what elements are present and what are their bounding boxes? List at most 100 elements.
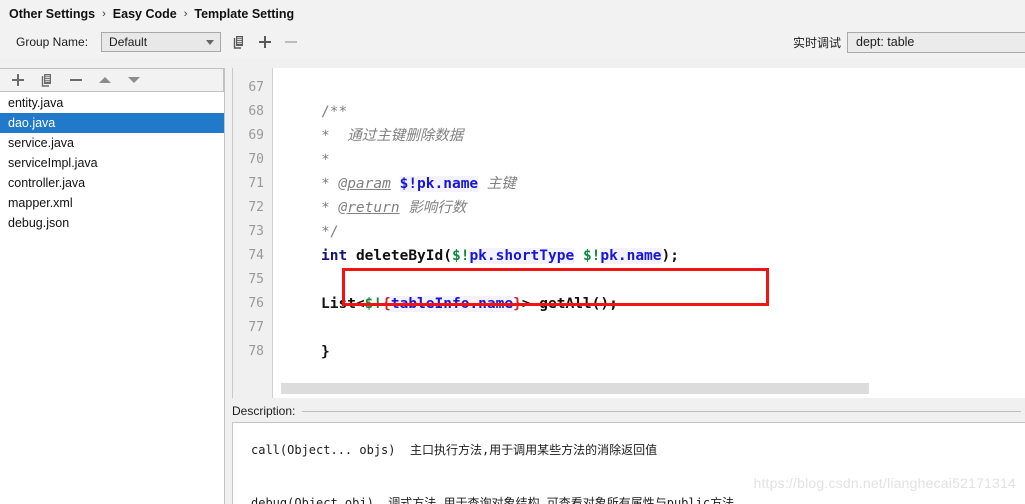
description-line: debug(Object obj) 调式方法,用于查询对象结构,可查看对象所有属… (251, 496, 735, 504)
template-code-editor[interactable]: 67 68 69 70 71 72 73 74 75 76 77 78 /** … (232, 68, 1025, 398)
velocity-symbol: $! (582, 248, 601, 264)
javadoc-return-tag: @return (338, 200, 400, 216)
doc-description: 通过主键删除数据 (347, 128, 464, 144)
code-line-69: * 通过主键删除数据 (321, 124, 1025, 148)
divider (302, 410, 1021, 412)
description-label: Description: (232, 404, 296, 418)
breadcrumb: Other Settings › Easy Code › Template Se… (0, 0, 1025, 27)
code-line-73: */ (321, 220, 1025, 244)
code-line-74: int deleteById($!pk.shortType $!pk.name)… (321, 244, 1025, 268)
arrow-down-icon[interactable] (126, 72, 142, 88)
code-line-70: * (321, 148, 1025, 172)
code-line-72: * @return 影响行数 (321, 196, 1025, 220)
list-item[interactable]: service.java (0, 133, 224, 153)
realtime-debug-label: 实时调试 (792, 35, 841, 50)
list-item[interactable]: entity.java (0, 93, 224, 113)
velocity-symbol: $! (364, 296, 383, 312)
line-number: 78 (248, 344, 264, 359)
editor-column: 67 68 69 70 71 72 73 74 75 76 77 78 /** … (225, 68, 1025, 504)
line-number: 77 (248, 320, 264, 335)
breadcrumb-separator-icon: › (183, 7, 188, 20)
velocity-brace-close: } (513, 296, 522, 312)
method-delete-by-id: deleteById( (355, 248, 452, 264)
list-generic-open: List< (321, 296, 365, 312)
code-line-71: * @param $!pk.name 主键 (321, 172, 1025, 196)
file-panel-toolbar (0, 68, 224, 92)
velocity-variable-pk-name: $!pk.name (399, 176, 479, 192)
velocity-variable-pk-name: pk.name (600, 248, 662, 264)
minus-icon (283, 34, 299, 50)
arrow-up-icon[interactable] (97, 72, 113, 88)
realtime-debug-area: 实时调试 dept: table (793, 27, 1025, 57)
breadcrumb-item-easy-code[interactable]: Easy Code (113, 7, 177, 21)
velocity-variable-tableinfo-name: tableInfo.name (390, 296, 514, 312)
comment-close-token: */ (321, 224, 339, 240)
breadcrumb-item-other-settings[interactable]: Other Settings (9, 7, 95, 21)
description-content: call(Object... objs) 主口执行方法,用于调用某些方法的消除返… (251, 423, 735, 504)
return-description: 影响行数 (408, 200, 467, 216)
code-line-78: } (321, 340, 1025, 364)
code-line-68: /** (321, 100, 1025, 124)
breadcrumb-separator-icon: › (102, 7, 106, 20)
generic-close: > (521, 296, 540, 312)
line-number: 68 (248, 104, 264, 119)
line-number: 70 (248, 152, 264, 167)
description-text-area[interactable]: call(Object... objs) 主口执行方法,用于调用某些方法的消除返… (232, 422, 1025, 504)
chevron-down-icon (206, 39, 215, 45)
toolbar-icon-group (231, 34, 299, 50)
template-file-list: entity.java dao.java service.java servic… (0, 92, 224, 504)
paren-semicolon: ); (661, 248, 679, 264)
group-name-select[interactable]: Default (101, 32, 222, 52)
velocity-brace-open: { (382, 296, 391, 312)
description-line: call(Object... objs) 主口执行方法,用于调用某些方法的消除返… (251, 443, 658, 457)
minus-icon[interactable] (68, 72, 84, 88)
line-number: 76 (248, 296, 264, 311)
editor-horizontal-scrollbar[interactable] (273, 383, 1025, 394)
main-content: entity.java dao.java service.java servic… (0, 68, 1025, 504)
list-item[interactable]: mapper.xml (0, 193, 224, 213)
list-item[interactable]: debug.json (0, 213, 224, 233)
debug-table-field[interactable]: dept: table (847, 31, 1025, 53)
scrollbar-thumb[interactable] (281, 383, 869, 394)
code-text-area[interactable]: /** * 通过主键删除数据 * * @param $!pk.name 主键 *… (273, 68, 1025, 398)
method-get-all: getAll(); (539, 296, 618, 312)
line-number: 72 (248, 200, 264, 215)
line-number: 73 (248, 224, 264, 239)
list-item[interactable]: serviceImpl.java (0, 153, 224, 173)
breadcrumb-item-template-setting[interactable]: Template Setting (194, 7, 294, 21)
class-close-brace: } (321, 344, 330, 360)
doc-text (330, 128, 347, 144)
line-number: 75 (248, 272, 264, 287)
list-item[interactable]: controller.java (0, 173, 224, 193)
description-section: Description: call(Object... objs) 主口执行方法… (225, 398, 1025, 504)
keyword-int: int (321, 248, 348, 264)
template-file-panel: entity.java dao.java service.java servic… (0, 68, 225, 504)
plus-icon[interactable] (257, 34, 273, 50)
comment-open-token: /** (321, 104, 348, 120)
param-description: 主键 (486, 176, 516, 192)
comment-star-token: * (321, 152, 330, 168)
code-line-76: List<$!{tableInfo.name}> getAll(); (321, 292, 1025, 316)
comment-star-token: * (321, 200, 330, 216)
line-number: 67 (248, 80, 264, 95)
velocity-variable-pk-shorttype: pk.shortType (469, 248, 575, 264)
list-item-selected[interactable]: dao.java (0, 113, 224, 133)
copy-icon[interactable] (231, 34, 247, 50)
debug-table-value: dept: table (856, 35, 915, 49)
description-header: Description: (232, 398, 1025, 422)
settings-toolbar: Group Name: Default 实时调试 dept: table (0, 27, 1025, 57)
javadoc-param-tag: @param (338, 176, 391, 192)
velocity-symbol: $! (451, 248, 470, 264)
comment-star-token: * (321, 128, 330, 144)
plus-icon[interactable] (10, 72, 26, 88)
group-name-value: Default (109, 35, 148, 49)
group-name-label: Group Name: (16, 35, 89, 49)
line-number: 74 (248, 248, 264, 263)
line-number: 71 (248, 176, 264, 191)
comment-star-token: * (321, 176, 330, 192)
line-number-gutter: 67 68 69 70 71 72 73 74 75 76 77 78 (233, 68, 273, 398)
copy-icon[interactable] (39, 72, 55, 88)
